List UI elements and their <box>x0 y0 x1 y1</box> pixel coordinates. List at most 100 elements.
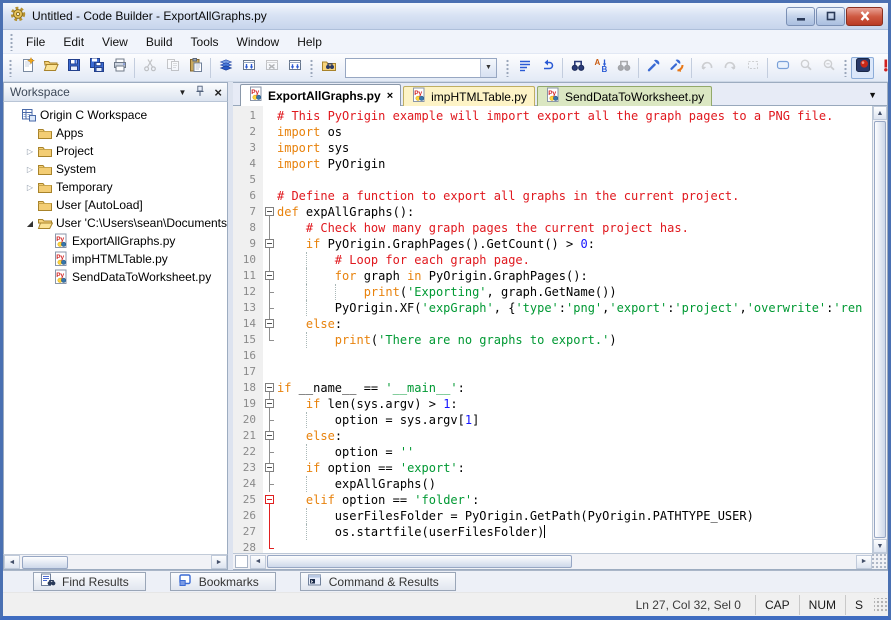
tree-item-exportallgraphs-py[interactable]: PyExportAllGraphs.py <box>4 232 227 250</box>
paste-button[interactable] <box>184 57 207 79</box>
editor-hscrollbar[interactable]: ◄ ► <box>233 553 887 569</box>
redo-button[interactable] <box>718 57 741 79</box>
build-options-button[interactable] <box>665 57 688 79</box>
titlebar[interactable]: Untitled - Code Builder - ExportAllGraph… <box>3 3 888 30</box>
code-line-28[interactable]: 28 <box>233 540 872 553</box>
menu-help[interactable]: Help <box>288 32 331 52</box>
fold-marker[interactable] <box>263 380 277 396</box>
menu-window[interactable]: Window <box>228 32 289 52</box>
expander-icon[interactable]: ▷ <box>24 165 36 174</box>
copy-button[interactable] <box>161 57 184 79</box>
scroll-left-icon[interactable]: ◄ <box>4 555 20 569</box>
code-line-6[interactable]: 6# Define a function to export all graph… <box>233 188 872 204</box>
code-line-26[interactable]: 26 userFilesFolder = PyOrigin.GetPath(Py… <box>233 508 872 524</box>
fold-marker[interactable] <box>263 236 277 252</box>
toolbar-grip[interactable] <box>506 59 509 77</box>
panel-close-icon[interactable]: × <box>214 86 222 99</box>
breakpoint-mark-button[interactable] <box>874 57 891 79</box>
tab-imphtmltable.py[interactable]: PyimpHTMLTable.py <box>403 86 535 106</box>
code-line-16[interactable]: 16 <box>233 348 872 364</box>
window-resize-grip[interactable] <box>874 598 888 612</box>
menu-view[interactable]: View <box>93 32 137 52</box>
find-selected-button[interactable] <box>612 57 635 79</box>
new-file-button[interactable] <box>16 57 39 79</box>
code-line-18[interactable]: 18if __name__ == '__main__': <box>233 380 872 396</box>
cut-button[interactable] <box>138 57 161 79</box>
menu-edit[interactable]: Edit <box>54 32 93 52</box>
output-tab-command-results[interactable]: Command & Results <box>300 572 456 591</box>
print-button[interactable] <box>108 57 131 79</box>
fold-marker[interactable] <box>263 204 277 220</box>
expander-icon[interactable]: ◢ <box>24 219 36 228</box>
scroll-down-icon[interactable]: ▼ <box>873 539 887 553</box>
fold-marker[interactable] <box>263 316 277 332</box>
code-line-22[interactable]: 22 option = '' <box>233 444 872 460</box>
save-button[interactable] <box>62 57 85 79</box>
replace-button[interactable]: AB <box>589 57 612 79</box>
toolbar-grip[interactable] <box>310 59 313 77</box>
tree-item-senddatatoworksheet-py[interactable]: PySendDataToWorksheet.py <box>4 268 227 286</box>
code-line-13[interactable]: 13 PyOrigin.XF('expGraph', {'type':'png'… <box>233 300 872 316</box>
build-all-button[interactable] <box>283 57 306 79</box>
code-line-23[interactable]: 23 if option == 'export': <box>233 460 872 476</box>
menu-file[interactable]: File <box>17 32 54 52</box>
tree-item-origin-c-workspace[interactable]: Origin C Workspace <box>4 106 227 124</box>
save-all-button[interactable] <box>85 57 108 79</box>
workspace-hscrollbar[interactable]: ◄ ► <box>3 554 228 570</box>
code-line-11[interactable]: 11 for graph in PyOrigin.GraphPages(): <box>233 268 872 284</box>
menu-tools[interactable]: Tools <box>182 32 228 52</box>
compile-button[interactable] <box>214 57 237 79</box>
panel-menu-icon[interactable]: ▼ <box>178 88 186 97</box>
toolbar-grip[interactable] <box>9 59 12 77</box>
menubar-grip[interactable] <box>10 33 13 51</box>
toolbar-grip[interactable] <box>844 59 847 77</box>
code-line-14[interactable]: 14 else: <box>233 316 872 332</box>
open-button[interactable] <box>39 57 62 79</box>
tree-item-user-c-users-sean-documents-[interactable]: ◢User 'C:\Users\sean\Documents' <box>4 214 227 232</box>
pin-icon[interactable] <box>193 84 207 101</box>
code-line-24[interactable]: 24 expAllGraphs() <box>233 476 872 492</box>
editor-vscrollbar[interactable]: ▲ ▼ <box>872 106 887 553</box>
code-line-9[interactable]: 9 if PyOrigin.GraphPages().GetCount() > … <box>233 236 872 252</box>
code-line-15[interactable]: 15 print('There are no graphs to export.… <box>233 332 872 348</box>
output-tab-find-results[interactable]: Find Results <box>33 572 146 591</box>
fold-marker[interactable] <box>263 492 277 508</box>
tab-close-icon[interactable]: × <box>387 90 393 102</box>
scroll-left-icon[interactable]: ◄ <box>250 555 266 569</box>
scrollbar-thumb[interactable] <box>874 121 886 538</box>
code-line-4[interactable]: 4import PyOrigin <box>233 156 872 172</box>
select-block-button[interactable] <box>741 57 764 79</box>
zoom-in-button[interactable] <box>794 57 817 79</box>
toggle-breakpoint-button[interactable] <box>851 57 874 79</box>
tree-item-temporary[interactable]: ▷Temporary <box>4 178 227 196</box>
minimize-button[interactable] <box>786 7 815 26</box>
find-button[interactable] <box>566 57 589 79</box>
scrollbar-thumb[interactable] <box>22 556 68 569</box>
stop-build-button[interactable] <box>260 57 283 79</box>
code-line-20[interactable]: 20 option = sys.argv[1] <box>233 412 872 428</box>
build-button[interactable] <box>237 57 260 79</box>
scrollbar-thumb[interactable] <box>267 555 572 568</box>
code-editor[interactable]: 1# This PyOrigin example will import exp… <box>233 106 872 553</box>
resize-grip[interactable] <box>872 554 887 569</box>
code-line-2[interactable]: 2import os <box>233 124 872 140</box>
code-line-5[interactable]: 5 <box>233 172 872 188</box>
tab-exportallgraphs.py[interactable]: PyExportAllGraphs.py× <box>240 84 401 106</box>
maximize-button[interactable] <box>816 7 845 26</box>
find-in-files-button[interactable] <box>317 57 340 79</box>
code-line-1[interactable]: 1# This PyOrigin example will import exp… <box>233 108 872 124</box>
tab-senddatatoworksheet.py[interactable]: PySendDataToWorksheet.py <box>537 86 712 106</box>
expander-icon[interactable]: ▷ <box>24 183 36 192</box>
zoom-out-button[interactable] <box>817 57 840 79</box>
tree-item-project[interactable]: ▷Project <box>4 142 227 160</box>
code-line-21[interactable]: 21 else: <box>233 428 872 444</box>
buffer-split-box[interactable] <box>235 555 248 568</box>
fold-marker[interactable] <box>263 460 277 476</box>
scroll-right-icon[interactable]: ► <box>856 555 872 569</box>
fold-marker[interactable] <box>263 396 277 412</box>
scroll-up-icon[interactable]: ▲ <box>873 106 887 120</box>
code-line-10[interactable]: 10 # Loop for each graph page. <box>233 252 872 268</box>
code-line-7[interactable]: 7def expAllGraphs(): <box>233 204 872 220</box>
code-line-27[interactable]: 27 os.startfile(userFilesFolder) <box>233 524 872 540</box>
toolbar-combobox[interactable]: ▼ <box>345 58 497 78</box>
